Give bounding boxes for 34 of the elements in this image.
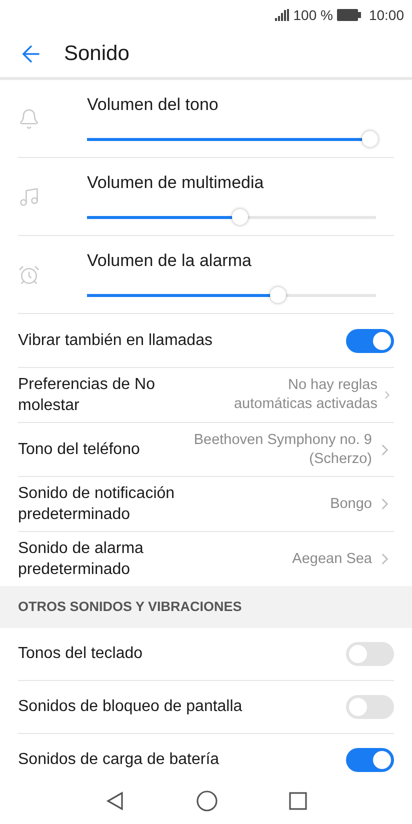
setting-label: Preferencias de No molestar	[18, 375, 156, 416]
setting-label: Sonidos de bloqueo de pantalla	[18, 697, 242, 717]
recents-nav-icon[interactable]	[288, 792, 307, 810]
toggle-switch[interactable]	[346, 642, 394, 666]
clock-time: 10:00	[368, 6, 404, 24]
volume-slider[interactable]	[87, 130, 376, 150]
battery-icon	[336, 9, 361, 21]
slider-label: Volumen de la alarma	[87, 250, 252, 272]
volume-slider[interactable]	[87, 286, 376, 306]
slider-label: Volumen de multimedia	[87, 172, 265, 194]
toggle-switch[interactable]	[346, 748, 394, 772]
bell-icon	[18, 108, 40, 130]
page-title: Sonido	[64, 40, 130, 67]
setting-label: Sonido de notificación predeterminado	[18, 484, 176, 525]
music-icon	[18, 186, 40, 208]
volume-slider[interactable]	[87, 208, 376, 228]
setting-value: Aegean Sea	[292, 550, 372, 568]
setting-value: Bongo	[330, 494, 372, 514]
toggle-switch[interactable]	[346, 328, 394, 352]
back-nav-icon[interactable]	[105, 791, 126, 811]
slider-label: Volumen del tono	[87, 94, 220, 116]
setting-label: Vibrar también en llamadas	[18, 331, 212, 351]
setting-value: No hay reglas automáticas activadas	[232, 376, 378, 414]
setting-label: Sonido de alarma predeterminado	[18, 539, 144, 580]
setting-label: Tono del teléfono	[18, 440, 140, 460]
signal-icon	[275, 9, 290, 21]
setting-label: Tonos del teclado	[18, 644, 143, 664]
setting-label: Sonidos de carga de batería	[18, 750, 220, 770]
toggle-switch[interactable]	[346, 695, 394, 719]
setting-value: Beethoven Symphony no. 9 (Scherzo)	[192, 430, 372, 468]
alarm-icon	[18, 264, 40, 286]
section-header: OTROS SONIDOS Y VIBRACIONES	[0, 586, 412, 628]
battery-percentage: 100 %	[293, 6, 333, 24]
home-nav-icon[interactable]	[196, 790, 218, 812]
